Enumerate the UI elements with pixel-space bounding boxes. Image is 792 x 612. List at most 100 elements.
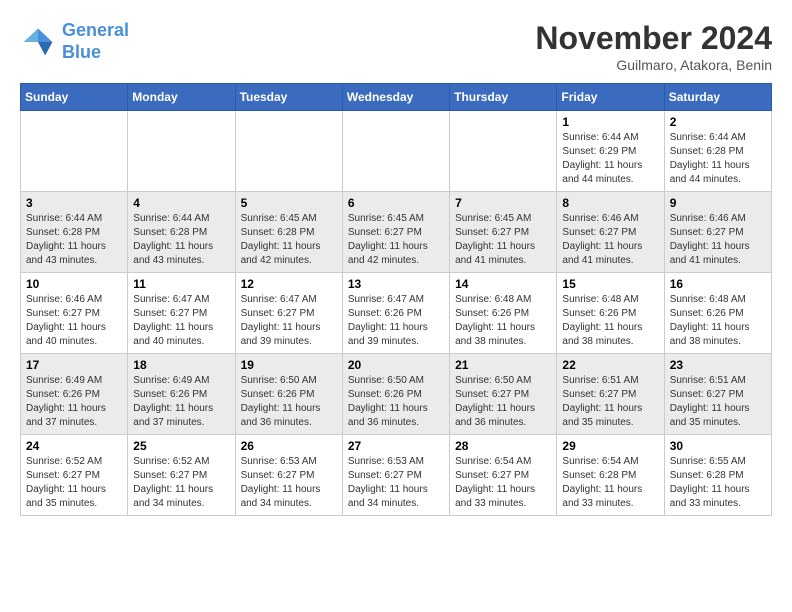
day-number: 30 <box>670 439 766 453</box>
logo-text: General Blue <box>62 20 129 63</box>
day-number: 28 <box>455 439 551 453</box>
day-info: Sunrise: 6:46 AM Sunset: 6:27 PM Dayligh… <box>562 212 658 268</box>
day-number: 15 <box>562 277 658 291</box>
day-number: 12 <box>241 277 337 291</box>
weekday-header-sunday: Sunday <box>21 84 128 111</box>
day-info: Sunrise: 6:54 AM Sunset: 6:28 PM Dayligh… <box>562 455 658 511</box>
day-cell: 15Sunrise: 6:48 AM Sunset: 6:26 PM Dayli… <box>557 273 664 354</box>
day-info: Sunrise: 6:50 AM Sunset: 6:26 PM Dayligh… <box>241 374 337 430</box>
day-info: Sunrise: 6:53 AM Sunset: 6:27 PM Dayligh… <box>348 455 444 511</box>
day-number: 14 <box>455 277 551 291</box>
day-cell: 4Sunrise: 6:44 AM Sunset: 6:28 PM Daylig… <box>128 192 235 273</box>
day-cell: 6 Sunrise: 6:45 AM Sunset: 6:27 PM Daylig… <box>342 192 449 273</box>
day-number: 21 <box>455 358 551 372</box>
week-row-1: 1Sunrise: 6:44 AM Sunset: 6:29 PM Daylig… <box>21 111 772 192</box>
logo-icon <box>20 24 56 60</box>
day-number: 22 <box>562 358 658 372</box>
weekday-header-saturday: Saturday <box>664 84 771 111</box>
logo: General Blue <box>20 20 129 63</box>
day-cell: 17 Sunrise: 6:49 AM Sunset: 6:26 PM Dayli… <box>21 354 128 435</box>
day-cell: 29 Sunrise: 6:54 AM Sunset: 6:28 PM Dayli… <box>557 435 664 516</box>
day-number: 20 <box>348 358 444 372</box>
day-number: 8 <box>562 196 658 210</box>
day-number: 2 <box>670 115 766 129</box>
weekday-header-row: SundayMondayTuesdayWednesdayThursdayFrid… <box>21 84 772 111</box>
day-info: Sunrise: 6:49 AM Sunset: 6:26 PM Dayligh… <box>26 374 122 430</box>
weekday-header-friday: Friday <box>557 84 664 111</box>
day-cell: 21 Sunrise: 6:50 AM Sunset: 6:27 PM Dayli… <box>450 354 557 435</box>
day-cell <box>235 111 342 192</box>
day-number: 6 <box>348 196 444 210</box>
day-cell: 16 Sunrise: 6:48 AM Sunset: 6:26 PM Dayli… <box>664 273 771 354</box>
day-number: 17 <box>26 358 122 372</box>
weekday-header-monday: Monday <box>128 84 235 111</box>
day-cell: 2Sunrise: 6:44 AM Sunset: 6:28 PM Daylig… <box>664 111 771 192</box>
day-cell: 23 Sunrise: 6:51 AM Sunset: 6:27 PM Dayli… <box>664 354 771 435</box>
day-cell <box>128 111 235 192</box>
day-number: 18 <box>133 358 229 372</box>
day-info: Sunrise: 6:47 AM Sunset: 6:27 PM Dayligh… <box>133 293 229 349</box>
day-info: Sunrise: 6:52 AM Sunset: 6:27 PM Dayligh… <box>26 455 122 511</box>
day-info: Sunrise: 6:45 AM Sunset: 6:27 PM Dayligh… <box>455 212 551 268</box>
day-cell: 1Sunrise: 6:44 AM Sunset: 6:29 PM Daylig… <box>557 111 664 192</box>
day-cell <box>342 111 449 192</box>
day-info: Sunrise: 6:50 AM Sunset: 6:27 PM Dayligh… <box>455 374 551 430</box>
day-number: 19 <box>241 358 337 372</box>
day-cell: 18Sunrise: 6:49 AM Sunset: 6:26 PM Dayli… <box>128 354 235 435</box>
day-info: Sunrise: 6:48 AM Sunset: 6:26 PM Dayligh… <box>455 293 551 349</box>
weekday-header-thursday: Thursday <box>450 84 557 111</box>
day-number: 9 <box>670 196 766 210</box>
day-info: Sunrise: 6:46 AM Sunset: 6:27 PM Dayligh… <box>670 212 766 268</box>
day-info: Sunrise: 6:46 AM Sunset: 6:27 PM Dayligh… <box>26 293 122 349</box>
day-number: 25 <box>133 439 229 453</box>
day-number: 13 <box>348 277 444 291</box>
day-number: 10 <box>26 277 122 291</box>
day-cell: 10 Sunrise: 6:46 AM Sunset: 6:27 PM Dayli… <box>21 273 128 354</box>
day-number: 3 <box>26 196 122 210</box>
day-number: 27 <box>348 439 444 453</box>
day-cell: 19 Sunrise: 6:50 AM Sunset: 6:26 PM Dayli… <box>235 354 342 435</box>
day-info: Sunrise: 6:44 AM Sunset: 6:28 PM Dayligh… <box>26 212 122 268</box>
day-cell: 30 Sunrise: 6:55 AM Sunset: 6:28 PM Dayli… <box>664 435 771 516</box>
day-info: Sunrise: 6:53 AM Sunset: 6:27 PM Dayligh… <box>241 455 337 511</box>
day-number: 26 <box>241 439 337 453</box>
day-number: 7 <box>455 196 551 210</box>
day-info: Sunrise: 6:45 AM Sunset: 6:27 PM Dayligh… <box>348 212 444 268</box>
day-number: 5 <box>241 196 337 210</box>
day-cell: 5 Sunrise: 6:45 AM Sunset: 6:28 PM Daylig… <box>235 192 342 273</box>
day-cell: 9 Sunrise: 6:46 AM Sunset: 6:27 PM Daylig… <box>664 192 771 273</box>
day-info: Sunrise: 6:48 AM Sunset: 6:26 PM Dayligh… <box>670 293 766 349</box>
day-cell: 28 Sunrise: 6:54 AM Sunset: 6:27 PM Dayli… <box>450 435 557 516</box>
day-number: 11 <box>133 277 229 291</box>
day-number: 16 <box>670 277 766 291</box>
day-info: Sunrise: 6:54 AM Sunset: 6:27 PM Dayligh… <box>455 455 551 511</box>
day-info: Sunrise: 6:55 AM Sunset: 6:28 PM Dayligh… <box>670 455 766 511</box>
day-cell: 12 Sunrise: 6:47 AM Sunset: 6:27 PM Dayli… <box>235 273 342 354</box>
day-cell: 25Sunrise: 6:52 AM Sunset: 6:27 PM Dayli… <box>128 435 235 516</box>
week-row-4: 17 Sunrise: 6:49 AM Sunset: 6:26 PM Dayli… <box>21 354 772 435</box>
calendar: SundayMondayTuesdayWednesdayThursdayFrid… <box>20 83 772 516</box>
day-cell: 22 Sunrise: 6:51 AM Sunset: 6:27 PM Dayli… <box>557 354 664 435</box>
day-info: Sunrise: 6:50 AM Sunset: 6:26 PM Dayligh… <box>348 374 444 430</box>
day-cell: 3 Sunrise: 6:44 AM Sunset: 6:28 PM Daylig… <box>21 192 128 273</box>
day-cell: 27 Sunrise: 6:53 AM Sunset: 6:27 PM Dayli… <box>342 435 449 516</box>
day-cell <box>21 111 128 192</box>
day-number: 29 <box>562 439 658 453</box>
day-cell: 7 Sunrise: 6:45 AM Sunset: 6:27 PM Daylig… <box>450 192 557 273</box>
day-info: Sunrise: 6:51 AM Sunset: 6:27 PM Dayligh… <box>670 374 766 430</box>
day-info: Sunrise: 6:45 AM Sunset: 6:28 PM Dayligh… <box>241 212 337 268</box>
day-cell: 20 Sunrise: 6:50 AM Sunset: 6:26 PM Dayli… <box>342 354 449 435</box>
day-cell: 26 Sunrise: 6:53 AM Sunset: 6:27 PM Dayli… <box>235 435 342 516</box>
day-cell: 13 Sunrise: 6:47 AM Sunset: 6:26 PM Dayli… <box>342 273 449 354</box>
day-number: 1 <box>562 115 658 129</box>
location: Guilmaro, Atakora, Benin <box>535 57 772 73</box>
day-info: Sunrise: 6:47 AM Sunset: 6:27 PM Dayligh… <box>241 293 337 349</box>
day-info: Sunrise: 6:47 AM Sunset: 6:26 PM Dayligh… <box>348 293 444 349</box>
month-title: November 2024 <box>535 20 772 57</box>
day-cell <box>450 111 557 192</box>
day-cell: 8 Sunrise: 6:46 AM Sunset: 6:27 PM Daylig… <box>557 192 664 273</box>
day-info: Sunrise: 6:51 AM Sunset: 6:27 PM Dayligh… <box>562 374 658 430</box>
week-row-5: 24Sunrise: 6:52 AM Sunset: 6:27 PM Dayli… <box>21 435 772 516</box>
day-number: 23 <box>670 358 766 372</box>
weekday-header-tuesday: Tuesday <box>235 84 342 111</box>
